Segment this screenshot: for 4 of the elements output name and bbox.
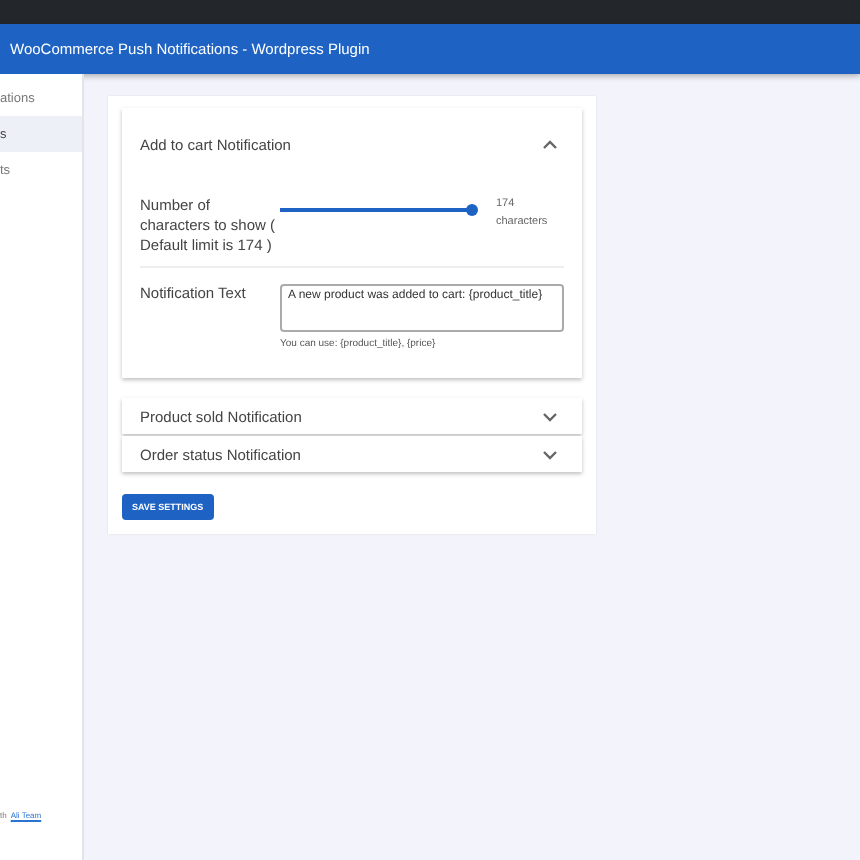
chevron-icon <box>542 411 558 422</box>
chevron-icon <box>542 139 558 149</box>
chevron-icon <box>542 449 558 460</box>
slider-thumb[interactable] <box>466 204 478 216</box>
